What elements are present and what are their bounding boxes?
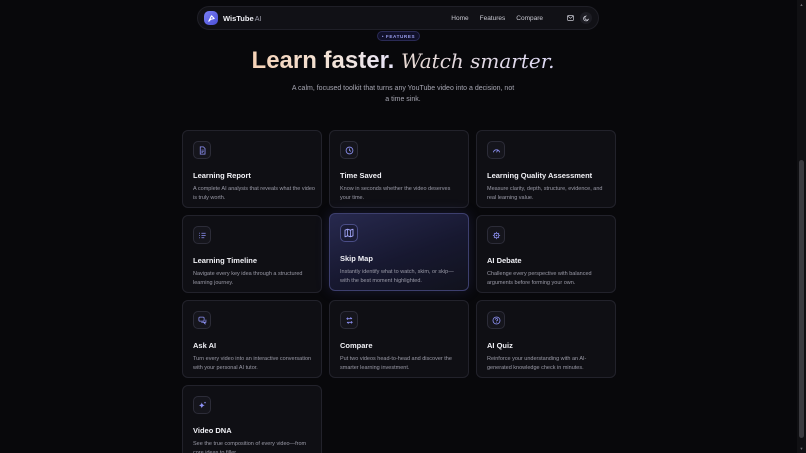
feature-title: AI Quiz	[487, 341, 513, 350]
scroll-down-icon[interactable]: ▼	[799, 446, 804, 451]
feature-desc: Measure clarity, depth, structure, evide…	[487, 186, 603, 201]
feature-desc: See the true composition of every video—…	[193, 441, 307, 453]
gear-icon	[487, 226, 505, 244]
compare-icon	[340, 311, 358, 329]
feature-card-learning-timeline[interactable]: Learning Timeline Navigate every key ide…	[182, 215, 322, 293]
document-icon	[193, 141, 211, 159]
feature-desc: A complete AI analysis that reveals what…	[193, 186, 315, 201]
sparkle-icon	[193, 396, 211, 414]
feature-card-learning-quality[interactable]: Learning Quality Assessment Measure clar…	[476, 130, 616, 208]
feature-card-ai-quiz[interactable]: AI Quiz Reinforce your understanding wit…	[476, 300, 616, 378]
feature-desc: Put two videos head-to-head and discover…	[340, 356, 452, 371]
feature-desc: Know in seconds whether the video deserv…	[340, 186, 451, 201]
feature-card-ask-ai[interactable]: Ask AI Turn every video into an interact…	[182, 300, 322, 378]
moon-icon[interactable]	[580, 12, 592, 24]
feature-title: Learning Quality Assessment	[487, 171, 593, 180]
feature-desc: Turn every video into an interactive con…	[193, 356, 312, 371]
feature-card-ai-debate[interactable]: AI Debate Challenge every perspective wi…	[476, 215, 616, 293]
feature-title: AI Debate	[487, 256, 522, 265]
feature-title: Learning Report	[193, 171, 251, 180]
feature-desc: Reinforce your understanding with an AI-…	[487, 356, 587, 371]
hero-subtitle: A calm, focused toolkit that turns any Y…	[291, 85, 515, 103]
feature-card-learning-report[interactable]: Learning Report A complete AI analysis t…	[182, 130, 322, 208]
nav-link-compare[interactable]: Compare	[516, 15, 543, 22]
feature-card-time-saved[interactable]: Time Saved Know in seconds whether the v…	[329, 130, 469, 208]
feature-desc: Instantly identify what to watch, skim, …	[340, 269, 454, 284]
mail-icon[interactable]	[564, 12, 576, 24]
hero-title-secondary: Watch smarter.	[400, 49, 555, 73]
scroll-thumb[interactable]	[799, 160, 804, 438]
nav-link-features[interactable]: Features	[480, 15, 506, 22]
features-pill: • FEATURES	[377, 31, 420, 41]
clock-icon	[340, 141, 358, 159]
map-icon	[340, 224, 358, 242]
gauge-icon	[487, 141, 505, 159]
brand[interactable]: WisTubeAI	[204, 11, 262, 25]
feature-card-skip-map[interactable]: Skip Map Instantly identify what to watc…	[329, 213, 469, 291]
list-icon	[193, 226, 211, 244]
chat-icon	[193, 311, 211, 329]
feature-title: Learning Timeline	[193, 256, 258, 265]
feature-title: Video DNA	[193, 426, 232, 435]
feature-title: Compare	[340, 341, 373, 350]
brand-logo-icon	[204, 11, 218, 25]
hero-title: Learn faster. Watch smarter.	[0, 46, 806, 76]
top-nav: WisTubeAI Home Features Compare	[197, 6, 599, 30]
feature-desc: Navigate every key idea through a struct…	[193, 271, 303, 286]
question-icon	[487, 311, 505, 329]
feature-desc: Challenge every perspective with balance…	[487, 271, 592, 286]
feature-title: Skip Map	[340, 254, 373, 263]
page-scrollbar[interactable]: ▲ ▼	[797, 0, 806, 453]
scroll-up-icon[interactable]: ▲	[799, 2, 804, 7]
feature-title: Ask AI	[193, 341, 217, 350]
feature-title: Time Saved	[340, 171, 382, 180]
brand-name: WisTubeAI	[223, 13, 262, 23]
feature-card-video-dna[interactable]: Video DNA See the true composition of ev…	[182, 385, 322, 453]
hero-title-primary: Learn faster.	[251, 47, 395, 74]
feature-card-compare[interactable]: Compare Put two videos head-to-head and …	[329, 300, 469, 378]
nav-link-home[interactable]: Home	[451, 15, 468, 22]
